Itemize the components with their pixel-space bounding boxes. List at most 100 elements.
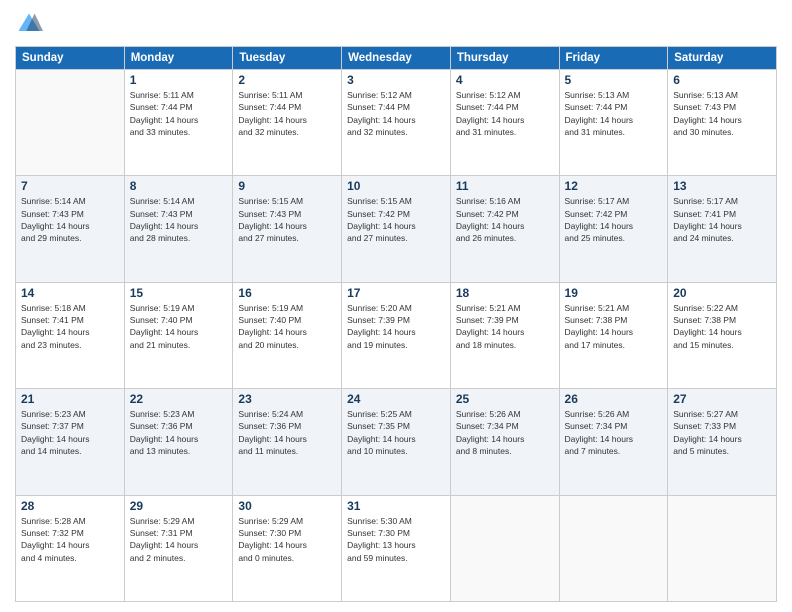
calendar-cell: 14 Sunrise: 5:18 AM Sunset: 7:41 PM Dayli…: [16, 282, 125, 388]
day-info: Sunrise: 5:26 AM Sunset: 7:34 PM Dayligh…: [565, 408, 663, 457]
day-info: Sunrise: 5:17 AM Sunset: 7:41 PM Dayligh…: [673, 195, 771, 244]
col-header-saturday: Saturday: [668, 47, 777, 70]
day-number: 27: [673, 392, 771, 406]
calendar-header-row: SundayMondayTuesdayWednesdayThursdayFrid…: [16, 47, 777, 70]
day-info: Sunrise: 5:18 AM Sunset: 7:41 PM Dayligh…: [21, 302, 119, 351]
calendar-cell: 26 Sunrise: 5:26 AM Sunset: 7:34 PM Dayli…: [559, 389, 668, 495]
calendar-cell: [559, 495, 668, 601]
calendar-cell: 27Sunrise: 5:27 AM Sunset: 7:33 PM Dayli…: [668, 389, 777, 495]
day-info: Sunrise: 5:13 AM Sunset: 7:44 PM Dayligh…: [565, 89, 663, 138]
day-info: Sunrise: 5:14 AM Sunset: 7:43 PM Dayligh…: [21, 195, 119, 244]
day-number: 14: [21, 286, 119, 300]
col-header-sunday: Sunday: [16, 47, 125, 70]
calendar-cell: 18 Sunrise: 5:21 AM Sunset: 7:39 PM Dayli…: [450, 282, 559, 388]
day-info: Sunrise: 5:30 AM Sunset: 7:30 PM Dayligh…: [347, 515, 445, 564]
col-header-monday: Monday: [124, 47, 233, 70]
calendar-cell: [16, 70, 125, 176]
day-info: Sunrise: 5:21 AM Sunset: 7:39 PM Dayligh…: [456, 302, 554, 351]
col-header-thursday: Thursday: [450, 47, 559, 70]
day-number: 1: [130, 73, 228, 87]
col-header-friday: Friday: [559, 47, 668, 70]
day-info: Sunrise: 5:29 AM Sunset: 7:30 PM Dayligh…: [238, 515, 336, 564]
calendar-cell: 17Sunrise: 5:20 AM Sunset: 7:39 PM Dayli…: [342, 282, 451, 388]
day-number: 25: [456, 392, 554, 406]
calendar-cell: 16 Sunrise: 5:19 AM Sunset: 7:40 PM Dayli…: [233, 282, 342, 388]
calendar-cell: 7 Sunrise: 5:14 AM Sunset: 7:43 PM Daylig…: [16, 176, 125, 282]
day-number: 3: [347, 73, 445, 87]
calendar-cell: 25 Sunrise: 5:26 AM Sunset: 7:34 PM Dayli…: [450, 389, 559, 495]
day-number: 9: [238, 179, 336, 193]
calendar-cell: 6 Sunrise: 5:13 AM Sunset: 7:43 PM Daylig…: [668, 70, 777, 176]
day-number: 21: [21, 392, 119, 406]
day-number: 16: [238, 286, 336, 300]
page: SundayMondayTuesdayWednesdayThursdayFrid…: [0, 0, 792, 612]
day-number: 10: [347, 179, 445, 193]
day-info: Sunrise: 5:12 AM Sunset: 7:44 PM Dayligh…: [347, 89, 445, 138]
calendar: SundayMondayTuesdayWednesdayThursdayFrid…: [15, 46, 777, 602]
calendar-cell: 3 Sunrise: 5:12 AM Sunset: 7:44 PM Daylig…: [342, 70, 451, 176]
day-info: Sunrise: 5:15 AM Sunset: 7:42 PM Dayligh…: [347, 195, 445, 244]
day-info: Sunrise: 5:11 AM Sunset: 7:44 PM Dayligh…: [238, 89, 336, 138]
calendar-cell: 15Sunrise: 5:19 AM Sunset: 7:40 PM Dayli…: [124, 282, 233, 388]
day-number: 18: [456, 286, 554, 300]
day-number: 22: [130, 392, 228, 406]
calendar-cell: 5 Sunrise: 5:13 AM Sunset: 7:44 PM Daylig…: [559, 70, 668, 176]
calendar-cell: 28 Sunrise: 5:28 AM Sunset: 7:32 PM Dayli…: [16, 495, 125, 601]
day-info: Sunrise: 5:13 AM Sunset: 7:43 PM Dayligh…: [673, 89, 771, 138]
day-number: 11: [456, 179, 554, 193]
calendar-cell: 29 Sunrise: 5:29 AM Sunset: 7:31 PM Dayli…: [124, 495, 233, 601]
calendar-cell: 24Sunrise: 5:25 AM Sunset: 7:35 PM Dayli…: [342, 389, 451, 495]
calendar-cell: 11 Sunrise: 5:16 AM Sunset: 7:42 PM Dayli…: [450, 176, 559, 282]
logo-icon: [15, 10, 43, 38]
day-number: 8: [130, 179, 228, 193]
day-number: 7: [21, 179, 119, 193]
day-info: Sunrise: 5:15 AM Sunset: 7:43 PM Dayligh…: [238, 195, 336, 244]
calendar-cell: 30 Sunrise: 5:29 AM Sunset: 7:30 PM Dayli…: [233, 495, 342, 601]
calendar-cell: 1 Sunrise: 5:11 AM Sunset: 7:44 PM Daylig…: [124, 70, 233, 176]
calendar-cell: 9 Sunrise: 5:15 AM Sunset: 7:43 PM Daylig…: [233, 176, 342, 282]
day-info: Sunrise: 5:25 AM Sunset: 7:35 PM Dayligh…: [347, 408, 445, 457]
day-number: 6: [673, 73, 771, 87]
day-info: Sunrise: 5:17 AM Sunset: 7:42 PM Dayligh…: [565, 195, 663, 244]
day-number: 30: [238, 499, 336, 513]
day-number: 28: [21, 499, 119, 513]
day-info: Sunrise: 5:28 AM Sunset: 7:32 PM Dayligh…: [21, 515, 119, 564]
day-number: 19: [565, 286, 663, 300]
day-info: Sunrise: 5:12 AM Sunset: 7:44 PM Dayligh…: [456, 89, 554, 138]
day-number: 13: [673, 179, 771, 193]
day-info: Sunrise: 5:11 AM Sunset: 7:44 PM Dayligh…: [130, 89, 228, 138]
calendar-week-row: 14 Sunrise: 5:18 AM Sunset: 7:41 PM Dayli…: [16, 282, 777, 388]
day-info: Sunrise: 5:23 AM Sunset: 7:36 PM Dayligh…: [130, 408, 228, 457]
day-info: Sunrise: 5:21 AM Sunset: 7:38 PM Dayligh…: [565, 302, 663, 351]
calendar-cell: 20 Sunrise: 5:22 AM Sunset: 7:38 PM Dayli…: [668, 282, 777, 388]
calendar-week-row: 21 Sunrise: 5:23 AM Sunset: 7:37 PM Dayli…: [16, 389, 777, 495]
calendar-cell: 31Sunrise: 5:30 AM Sunset: 7:30 PM Dayli…: [342, 495, 451, 601]
day-number: 20: [673, 286, 771, 300]
col-header-tuesday: Tuesday: [233, 47, 342, 70]
day-info: Sunrise: 5:29 AM Sunset: 7:31 PM Dayligh…: [130, 515, 228, 564]
day-number: 5: [565, 73, 663, 87]
day-info: Sunrise: 5:19 AM Sunset: 7:40 PM Dayligh…: [130, 302, 228, 351]
calendar-cell: 2 Sunrise: 5:11 AM Sunset: 7:44 PM Daylig…: [233, 70, 342, 176]
day-number: 23: [238, 392, 336, 406]
day-number: 4: [456, 73, 554, 87]
day-info: Sunrise: 5:22 AM Sunset: 7:38 PM Dayligh…: [673, 302, 771, 351]
col-header-wednesday: Wednesday: [342, 47, 451, 70]
day-number: 12: [565, 179, 663, 193]
day-number: 26: [565, 392, 663, 406]
day-info: Sunrise: 5:26 AM Sunset: 7:34 PM Dayligh…: [456, 408, 554, 457]
calendar-cell: 23Sunrise: 5:24 AM Sunset: 7:36 PM Dayli…: [233, 389, 342, 495]
calendar-cell: 22 Sunrise: 5:23 AM Sunset: 7:36 PM Dayli…: [124, 389, 233, 495]
day-info: Sunrise: 5:20 AM Sunset: 7:39 PM Dayligh…: [347, 302, 445, 351]
day-info: Sunrise: 5:16 AM Sunset: 7:42 PM Dayligh…: [456, 195, 554, 244]
header: [15, 10, 777, 38]
calendar-week-row: 1 Sunrise: 5:11 AM Sunset: 7:44 PM Daylig…: [16, 70, 777, 176]
calendar-cell: 4 Sunrise: 5:12 AM Sunset: 7:44 PM Daylig…: [450, 70, 559, 176]
day-number: 2: [238, 73, 336, 87]
calendar-cell: 12 Sunrise: 5:17 AM Sunset: 7:42 PM Dayli…: [559, 176, 668, 282]
calendar-cell: [668, 495, 777, 601]
calendar-cell: 10 Sunrise: 5:15 AM Sunset: 7:42 PM Dayli…: [342, 176, 451, 282]
day-info: Sunrise: 5:19 AM Sunset: 7:40 PM Dayligh…: [238, 302, 336, 351]
day-info: Sunrise: 5:23 AM Sunset: 7:37 PM Dayligh…: [21, 408, 119, 457]
day-number: 29: [130, 499, 228, 513]
